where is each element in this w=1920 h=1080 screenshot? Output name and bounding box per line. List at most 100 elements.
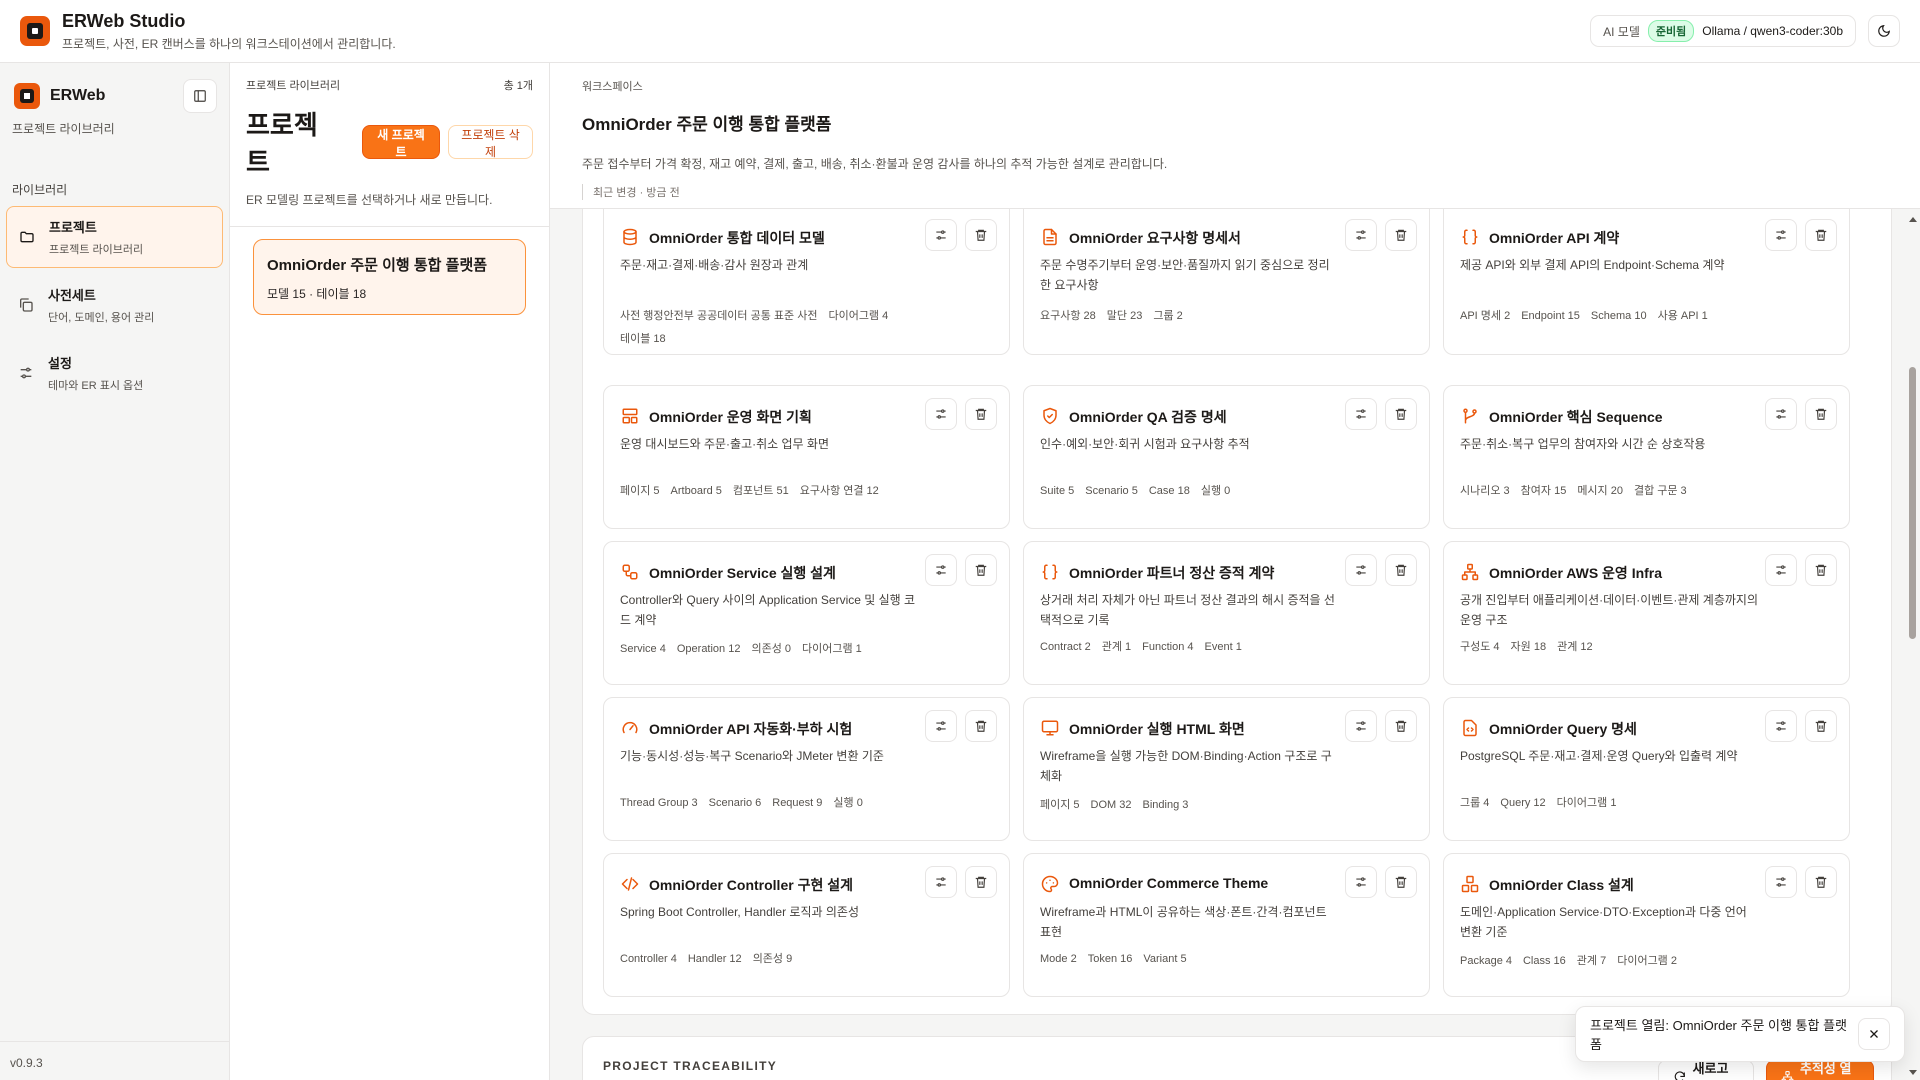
ai-model-label: AI 모델: [1603, 24, 1640, 39]
sidebar-item-desc: 프로젝트 라이브러리: [49, 244, 144, 256]
card-delete-button[interactable]: [1385, 866, 1417, 898]
trash-icon: [975, 229, 987, 241]
model-card[interactable]: OmniOrder Commerce Theme Wireframe과 HTML이…: [1023, 853, 1430, 997]
card-stat: Token 16: [1087, 953, 1133, 965]
card-stat: Case 18: [1148, 485, 1190, 497]
card-title: OmniOrder API 자동화·부하 시험: [649, 721, 853, 737]
card-settings-button[interactable]: [1765, 866, 1797, 898]
card-delete-button[interactable]: [965, 710, 997, 742]
model-card[interactable]: OmniOrder 핵심 Sequence 주문·취소·복구 업무의 참여자와 시…: [1443, 385, 1850, 529]
card-settings-button[interactable]: [925, 219, 957, 251]
card-settings-button[interactable]: [1765, 554, 1797, 586]
workspace-scrollbar[interactable]: [1906, 210, 1920, 1080]
card-actions: [1345, 866, 1417, 898]
card-stat: 말단 23: [1106, 310, 1143, 322]
sidebar-subtitle: 프로젝트 라이브러리: [12, 122, 115, 136]
card-delete-button[interactable]: [965, 219, 997, 251]
card-delete-button[interactable]: [1385, 398, 1417, 430]
card-settings-button[interactable]: [925, 554, 957, 586]
card-delete-button[interactable]: [1805, 866, 1837, 898]
moon-icon: [1878, 25, 1890, 37]
card-delete-button[interactable]: [965, 866, 997, 898]
card-stat: Scenario 5: [1085, 485, 1138, 497]
card-delete-button[interactable]: [1385, 710, 1417, 742]
braces-icon: [1462, 229, 1478, 245]
card-delete-button[interactable]: [1805, 398, 1837, 430]
card-description: 공개 진입부터 애플리케이션·데이터·이벤트·관제 계층까지의 운영 구조: [1460, 593, 1758, 627]
sidebar-item-dictionary[interactable]: 사전세트 단어, 도메인, 용어 관리: [6, 274, 223, 336]
model-card[interactable]: OmniOrder API 계약 제공 API와 외부 결제 API의 Endpo…: [1443, 209, 1850, 355]
card-settings-button[interactable]: [1765, 219, 1797, 251]
card-stat: 페이지 5: [1040, 799, 1080, 811]
card-delete-button[interactable]: [965, 398, 997, 430]
model-card[interactable]: OmniOrder QA 검증 명세 인수·예외·보안·회귀 시험과 요구사항 추…: [1023, 385, 1430, 529]
sidebar-collapse-button[interactable]: [183, 79, 217, 113]
card-settings-button[interactable]: [1765, 710, 1797, 742]
card-stat: 의존성 0: [751, 643, 792, 655]
model-card[interactable]: OmniOrder Service 실행 설계 Controller와 Query…: [603, 541, 1010, 685]
card-stats: 페이지 5 Artboard 5 컴포넌트 51 요구사항 연결 12: [620, 480, 920, 503]
model-card[interactable]: OmniOrder Controller 구현 설계 Spring Boot Co…: [603, 853, 1010, 997]
card-settings-button[interactable]: [925, 398, 957, 430]
sidebar-brand: ERWeb: [50, 87, 106, 104]
scroll-up-arrow-icon[interactable]: [1906, 214, 1920, 224]
project-card[interactable]: OmniOrder 주문 이행 통합 플랫폼 모델 15 · 테이블 18: [253, 239, 526, 315]
model-card[interactable]: OmniOrder 요구사항 명세서 주문 수명주기부터 운영·보안·품질까지 읽…: [1023, 209, 1430, 355]
ai-model-selector[interactable]: AI 모델 준비됨 Ollama / qwen3-coder:30b: [1590, 15, 1856, 47]
card-settings-button[interactable]: [1345, 554, 1377, 586]
card-stat: Query 12: [1500, 797, 1546, 809]
card-description: 주문 수명주기부터 운영·보안·품질까지 읽기 중심으로 정리한 요구사항: [1040, 258, 1330, 292]
card-delete-button[interactable]: [1805, 554, 1837, 586]
copy-icon: [20, 298, 33, 312]
model-card[interactable]: OmniOrder 실행 HTML 화면 Wireframe을 실행 가능한 DO…: [1023, 697, 1430, 841]
model-card[interactable]: OmniOrder Class 설계 도메인·Application Servic…: [1443, 853, 1850, 997]
app-subtitle: 프로젝트, 사전, ER 캔버스를 하나의 워크스테이션에서 관리합니다.: [62, 36, 396, 51]
card-settings-button[interactable]: [1765, 398, 1797, 430]
card-settings-button[interactable]: [1345, 219, 1377, 251]
scroll-down-arrow-icon[interactable]: [1906, 1068, 1920, 1078]
new-project-button[interactable]: 새 프로젝트: [361, 125, 441, 159]
toast-close-button[interactable]: [1858, 1018, 1890, 1050]
card-stats: Contract 2 관계 1 Function 4 Event 1: [1040, 636, 1340, 659]
scrollbar-thumb[interactable]: [1909, 367, 1916, 639]
card-actions: [1345, 554, 1417, 586]
card-settings-button[interactable]: [925, 866, 957, 898]
card-settings-button[interactable]: [1345, 866, 1377, 898]
card-stat: Handler 12: [687, 953, 742, 965]
delete-project-button[interactable]: 프로젝트 삭제: [448, 125, 533, 159]
model-card[interactable]: OmniOrder Query 명세 PostgreSQL 주문·재고·결제·운영…: [1443, 697, 1850, 841]
card-description: Wireframe을 실행 가능한 DOM·Binding·Action 구조로…: [1040, 749, 1332, 783]
card-stat: Schema 10: [1590, 310, 1647, 322]
model-card[interactable]: OmniOrder 파트너 정산 증적 계약 상거래 처리 자체가 아닌 파트너 …: [1023, 541, 1430, 685]
model-card[interactable]: OmniOrder 운영 화면 기획 운영 대시보드와 주문·출고·취소 업무 화…: [603, 385, 1010, 529]
card-title: OmniOrder Query 명세: [1489, 721, 1637, 737]
model-card[interactable]: OmniOrder AWS 운영 Infra 공개 진입부터 애플리케이션·데이터…: [1443, 541, 1850, 685]
trash-icon: [1395, 229, 1407, 241]
refresh-button[interactable]: 새로고침: [1658, 1060, 1754, 1080]
card-stat: 사전 행정안전부 공공데이터 공통 표준 사전: [620, 310, 818, 322]
open-traceability-button[interactable]: 추적성 열기: [1766, 1060, 1874, 1080]
card-delete-button[interactable]: [1385, 219, 1417, 251]
sidebar-item-projects[interactable]: 프로젝트 프로젝트 라이브러리: [6, 206, 223, 268]
card-icon-wrap: [1460, 874, 1480, 894]
card-stat: 요구사항 28: [1040, 310, 1096, 322]
card-delete-button[interactable]: [1805, 710, 1837, 742]
card-settings-button[interactable]: [925, 710, 957, 742]
card-title: OmniOrder AWS 운영 Infra: [1489, 565, 1663, 581]
card-stats: Package 4 Class 16 관계 7 다이어그램 2: [1460, 950, 1760, 973]
workspace-last-modified: 최근 변경 · 방금 전: [582, 184, 1888, 200]
card-settings-button[interactable]: [1345, 710, 1377, 742]
card-settings-button[interactable]: [1345, 398, 1377, 430]
card-delete-button[interactable]: [965, 554, 997, 586]
card-actions: [1345, 710, 1417, 742]
model-card[interactable]: OmniOrder 통합 데이터 모델 주문·재고·결제·배송·감사 원장과 관계…: [603, 209, 1010, 355]
sidebar-item-desc: 테마와 ER 표시 옵션: [48, 380, 144, 392]
card-description: 주문·재고·결제·배송·감사 원장과 관계: [620, 258, 809, 272]
card-delete-button[interactable]: [1385, 554, 1417, 586]
theme-toggle-button[interactable]: [1868, 15, 1900, 47]
card-delete-button[interactable]: [1805, 219, 1837, 251]
sidebar-item-settings[interactable]: 설정 테마와 ER 표시 옵션: [6, 342, 223, 404]
card-description: 주문·취소·복구 업무의 참여자와 시간 순 상호작용: [1460, 437, 1706, 451]
model-card[interactable]: OmniOrder API 자동화·부하 시험 기능·동시성·성능·복구 Scen…: [603, 697, 1010, 841]
git-branch-icon: [1463, 408, 1477, 424]
